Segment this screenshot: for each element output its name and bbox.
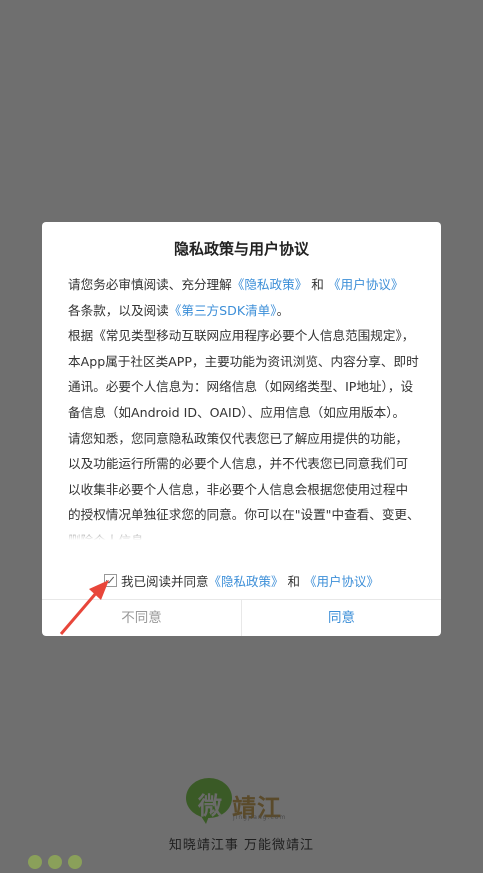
agree-text: 我已阅读并同意 [120,574,209,589]
agree-terms-link[interactable]: 《用户协议》 [304,574,379,589]
agree-privacy-link[interactable]: 《隐私政策》 [209,574,284,589]
agree-and: 和 [287,574,301,589]
splash-tagline: 知晓靖江事 万能微靖江 [168,838,315,853]
dialog-title: 隐私政策与用户协议 [173,240,309,258]
privacy-dialog: 隐私政策与用户协议 请您务必审慎阅读、充分理解《隐私政策》 和 《用户协议》 各… [42,222,441,636]
consent-paragraph: 请您知悉，您同意隐私政策仅代表您已了解应用提供的功能，以及功能运行所需的必要个人… [68,430,420,540]
logo-subtext: jingjiang.com [233,814,287,821]
third-party-sdk-link[interactable]: 《第三方SDK清单》 [169,303,277,318]
accept-button[interactable]: 同意 [242,600,441,636]
logo-wei: 微 [198,792,222,820]
user-agreement-link[interactable]: 《用户协议》 [328,277,404,292]
dialog-body[interactable]: 请您务必审慎阅读、充分理解《隐私政策》 和 《用户协议》 各条款，以及阅读《第三… [68,272,420,540]
splash-logo: 微 靖江 jingjiang.com [0,776,483,836]
annotation-arrow-icon [59,580,109,635]
necessary-info-paragraph: 根据《常见类型移动互联网应用程序必要个人信息范围规定》，本App属于社区类APP… [68,328,419,420]
splash-dots [28,854,88,873]
privacy-policy-link[interactable]: 《隐私政策》 [232,277,308,292]
intro-paragraph: 请您务必审慎阅读、充分理解《隐私政策》 和 《用户协议》 各条款，以及阅读《第三… [68,277,404,318]
